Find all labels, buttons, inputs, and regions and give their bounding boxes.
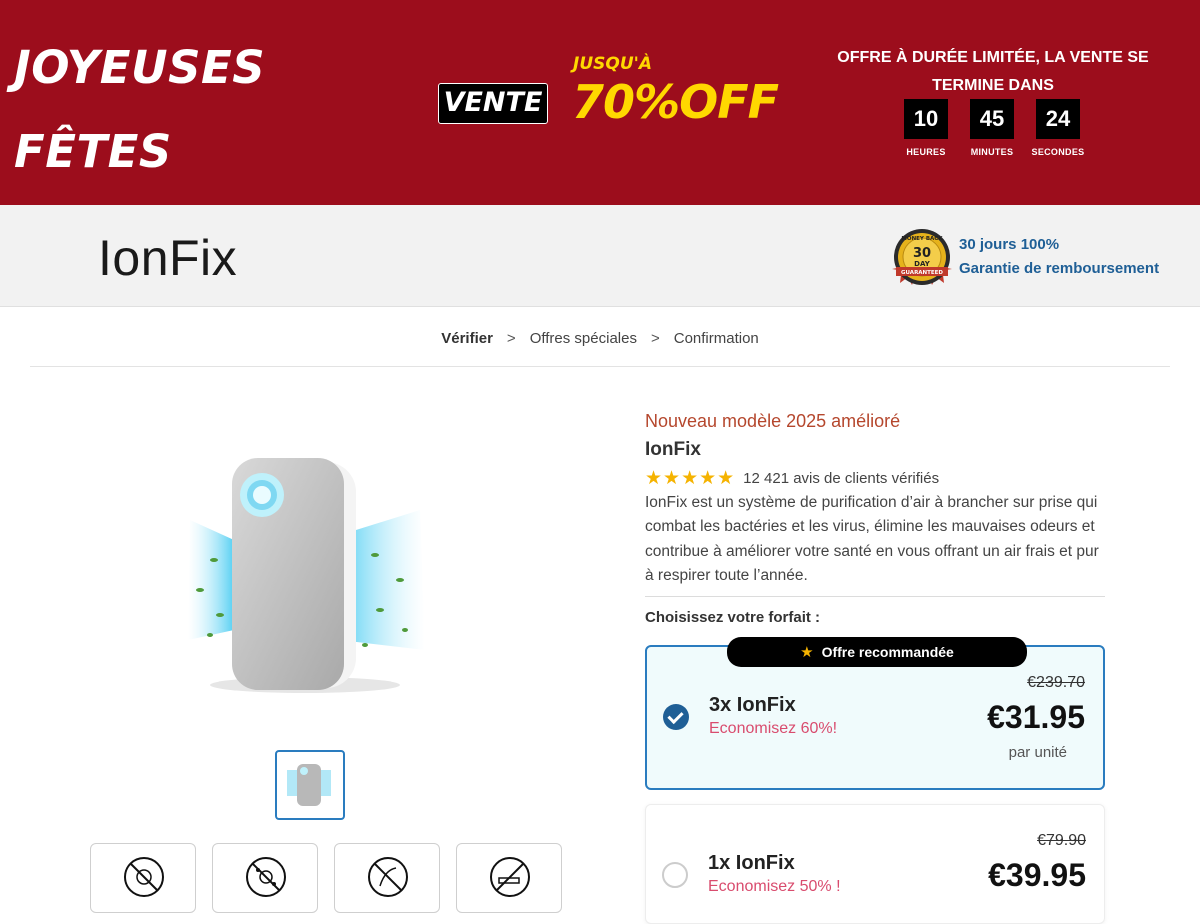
offer-1x[interactable]: 1x IonFix Economisez 50% ! €79.90 €39.95 [645, 804, 1105, 924]
holiday-line-2: FÊTES [14, 125, 172, 178]
divider [645, 596, 1105, 598]
guarantee-text: 30 jours 100% Garantie de remboursement [959, 233, 1159, 281]
offer-price: €31.95 [987, 699, 1085, 735]
product-info: Nouveau modèle 2025 amélioré IonFix ★★★★… [645, 408, 1105, 626]
sale-up-to: JUSQU'À [573, 54, 652, 74]
product-image [188, 458, 425, 693]
timer-seconds: 24 SECONDES [1027, 99, 1089, 157]
recommended-ribbon: ★ Offre recommandée [727, 637, 1027, 667]
sale-chip: VENTE [438, 83, 548, 124]
feature-tile [456, 843, 562, 913]
no-smoke-icon [490, 857, 530, 897]
money-back-badge-icon: MONEY BACK 30 DAY GUARANTEED [892, 229, 952, 285]
timer-seconds-label: SECONDES [1031, 147, 1085, 157]
offer-per-unit: par unité [1008, 744, 1067, 761]
brand-logo[interactable]: IonFix [98, 229, 237, 287]
breadcrumb-special-offers[interactable]: Offres spéciales [530, 330, 637, 366]
no-allergen-icon [368, 857, 408, 897]
badge-top-text: MONEY BACK [901, 236, 943, 242]
offer-radio-unselected[interactable] [662, 862, 688, 888]
site-header: IonFix MONEY BACK 30 DAY GUARANTEED 30 j… [0, 205, 1200, 307]
breadcrumb-separator: > [506, 330, 516, 347]
guarantee-line-2: Garantie de remboursement [959, 260, 1160, 277]
holiday-greeting: JOYEUSES FÊTES [14, 26, 314, 194]
timer-minutes: 45 MINUTES [961, 99, 1023, 157]
badge-number: 30 [913, 246, 931, 261]
feature-icons [90, 843, 562, 913]
product-rating: ★★★★★ 12 421 avis de clients vérifiés [645, 466, 1105, 490]
product-name: IonFix [645, 439, 701, 460]
offer-old-price: €79.90 [1037, 832, 1086, 849]
thumbnail-image [287, 764, 331, 806]
offer-3x[interactable]: ★ Offre recommandée 3x IonFix Economisez… [645, 637, 1105, 790]
badge-day: DAY [914, 260, 931, 268]
recommended-label: Offre recommandée [821, 644, 954, 660]
timer-hours-value: 10 [904, 99, 948, 139]
holiday-line-1: JOYEUSES [14, 41, 266, 94]
breadcrumb-separator: > [650, 330, 660, 347]
offer-quantity: 3x IonFix [709, 694, 796, 716]
timer-minutes-value: 45 [970, 99, 1014, 139]
timer-seconds-value: 24 [1036, 99, 1080, 139]
product-description: IonFix est un système de purification d’… [645, 494, 1099, 584]
offer-saving: Economisez 50% ! [708, 878, 841, 895]
feature-tile [212, 843, 318, 913]
breadcrumb-confirmation[interactable]: Confirmation [674, 330, 759, 366]
anti-virus-icon [246, 857, 286, 897]
feature-tile [334, 843, 440, 913]
checkout-breadcrumb: Vérifier > Offres spéciales > Confirmati… [30, 330, 1170, 367]
product-thumbnail[interactable] [275, 750, 345, 820]
promo-banner: JOYEUSES FÊTES VENTE JUSQU'À 70%OFF OFFR… [0, 0, 1200, 205]
offer-radio-selected[interactable] [663, 704, 689, 730]
feature-tile [90, 843, 196, 913]
guarantee-line-1: 30 jours 100% [959, 236, 1060, 253]
timer-hours: 10 HEURES [895, 99, 957, 157]
breadcrumb-verify[interactable]: Vérifier [441, 330, 493, 366]
limited-offer-text: OFFRE À DURÉE LIMITÉE, LA VENTE SE TERMI… [837, 49, 1149, 94]
timer-minutes-label: MINUTES [970, 147, 1014, 157]
countdown-timer: 10 HEURES 45 MINUTES 24 SECONDES [895, 99, 1093, 157]
choose-plan-label: Choisissez votre forfait : [645, 609, 821, 627]
anti-bacteria-icon [124, 857, 164, 897]
offer-saving: Economisez 60%! [709, 720, 838, 737]
star-icon: ★ [800, 644, 814, 661]
offer-price: €39.95 [988, 857, 1086, 893]
sale-discount: 70%OFF [572, 75, 779, 129]
timer-hours-label: HEURES [906, 147, 946, 157]
new-model-label: Nouveau modèle 2025 amélioré [645, 411, 901, 431]
review-count[interactable]: 12 421 avis de clients vérifiés [743, 470, 939, 487]
badge-bottom-text: GUARANTEED [901, 270, 943, 276]
offer-quantity: 1x IonFix [708, 852, 795, 874]
offer-old-price: €239.70 [1027, 674, 1085, 691]
rating-stars-icon: ★★★★★ [645, 467, 736, 489]
